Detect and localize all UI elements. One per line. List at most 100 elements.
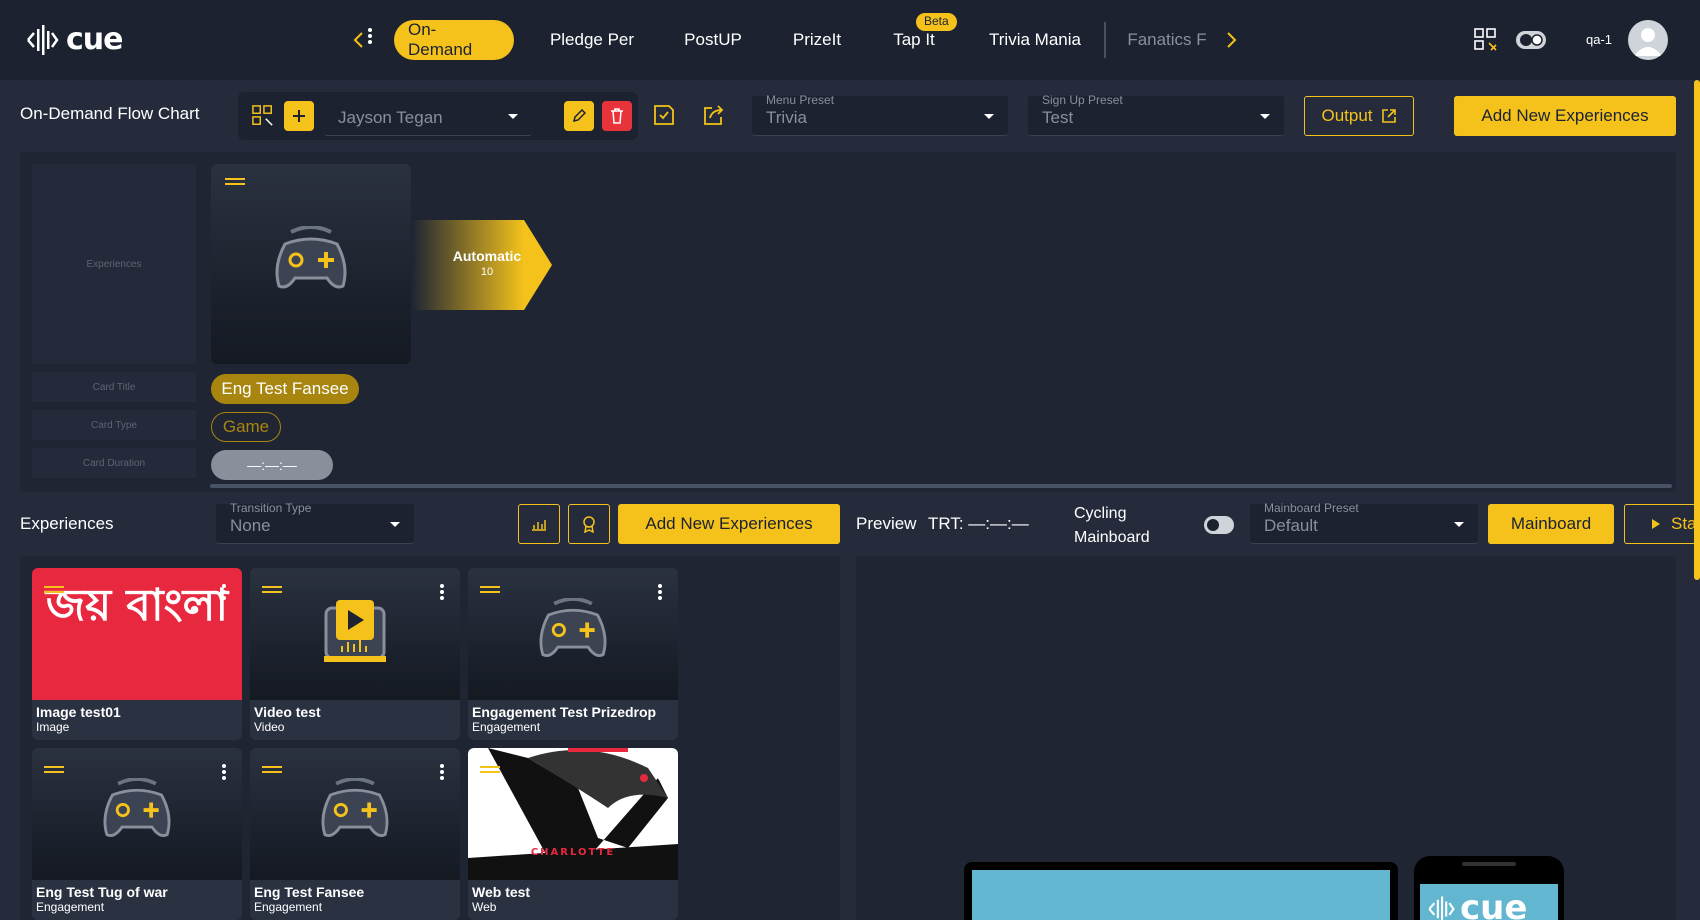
experience-card[interactable]: Engagement Test Prizedrop Engagement xyxy=(468,568,678,740)
cycling-mainboard-label: Cycling Mainboard xyxy=(1074,505,1150,546)
share-icon[interactable] xyxy=(700,100,728,130)
award-button[interactable] xyxy=(568,504,610,544)
phone-speaker xyxy=(1462,862,1516,866)
analytics-button[interactable] xyxy=(518,504,560,544)
flow-select-value: Jayson Tegan xyxy=(338,108,443,127)
user-name: qa-1 xyxy=(1586,32,1613,47)
bar-chart-icon xyxy=(532,520,546,531)
cue-logo[interactable]: cue xyxy=(24,22,123,57)
tab-postup[interactable]: PostUP xyxy=(676,20,750,60)
more-options-icon[interactable] xyxy=(440,764,444,780)
chevron-down-icon xyxy=(508,114,518,119)
add-new-experiences-button-2[interactable]: Add New Experiences xyxy=(618,504,840,544)
signup-preset-label: Sign Up Preset xyxy=(1042,93,1123,107)
qr-flow-icon[interactable] xyxy=(248,101,278,131)
chevron-down-icon xyxy=(1454,522,1464,527)
trt-label: TRT: —:—:— xyxy=(928,514,1029,533)
legend-card-type: Card Type xyxy=(32,410,196,440)
delete-flow-button[interactable] xyxy=(602,101,632,131)
pencil-icon xyxy=(572,109,586,123)
card-type: Web xyxy=(472,900,497,914)
drag-handle-icon[interactable] xyxy=(262,586,282,594)
experience-card[interactable]: Eng Test Tug of war Engagement xyxy=(32,748,242,920)
theme-toggle-icon[interactable] xyxy=(1516,30,1546,55)
card-duration-pill[interactable]: —:—:— xyxy=(211,450,333,480)
logo-text: cue xyxy=(66,22,123,57)
drag-handle-icon[interactable] xyxy=(262,766,282,774)
flow-select[interactable]: Jayson Tegan xyxy=(324,96,532,136)
flow-card[interactable] xyxy=(211,28,411,364)
card-title: Web test xyxy=(472,884,531,900)
top-navigation-bar: cue On-Demand Pledge Per PostUP PrizeIt … xyxy=(0,0,1700,80)
video-icon xyxy=(324,600,386,662)
nav-next-arrow-icon[interactable] xyxy=(1220,26,1244,54)
edit-flow-button[interactable] xyxy=(564,101,594,131)
drag-handle-icon[interactable] xyxy=(44,586,64,594)
preview-phone-frame: cue xyxy=(1414,856,1564,920)
card-type: Engagement xyxy=(472,720,541,734)
transition-value: 10 xyxy=(480,266,494,278)
more-options-icon[interactable] xyxy=(368,28,372,44)
mainboard-button[interactable]: Mainboard xyxy=(1488,504,1614,544)
tab-on-demand[interactable]: On-Demand xyxy=(394,20,514,60)
experience-card[interactable]: Video test Video xyxy=(250,568,460,740)
phone-logo-text: cue xyxy=(1460,888,1528,920)
add-new-experiences-button[interactable]: Add New Experiences xyxy=(1454,96,1676,136)
nav-prev-arrow-icon[interactable] xyxy=(346,26,370,54)
experience-card[interactable]: CHARLOTTE Web test Web xyxy=(468,748,678,920)
card-type-pill[interactable]: Game xyxy=(211,412,281,442)
more-options-icon[interactable] xyxy=(222,764,226,780)
more-options-icon[interactable] xyxy=(658,764,662,780)
mainboard-preset-select[interactable]: Mainboard Preset Default xyxy=(1250,501,1478,544)
cycling-mainboard-toggle[interactable] xyxy=(1204,516,1234,534)
tab-prizeit[interactable]: PrizeIt xyxy=(786,20,848,60)
menu-preset-value: Trivia xyxy=(766,108,807,127)
drag-handle-icon[interactable] xyxy=(225,178,245,186)
card-title: Eng Test Fansee xyxy=(254,884,365,900)
more-options-icon[interactable] xyxy=(658,584,662,600)
card-title: Image test01 xyxy=(36,704,121,720)
page-vertical-scrollbar[interactable] xyxy=(1694,80,1700,580)
experience-card[interactable]: জয় বাংলা Image test01 Image xyxy=(32,568,242,740)
more-options-icon[interactable] xyxy=(222,584,226,600)
menu-preset-select[interactable]: Menu Preset Trivia xyxy=(752,93,1008,136)
tab-fanatics[interactable]: Fanatics F xyxy=(1124,20,1210,60)
qr-code-icon[interactable] xyxy=(1474,28,1498,57)
card-type: Video xyxy=(254,720,285,734)
page-title: On-Demand Flow Chart xyxy=(20,104,200,123)
tab-trivia-mania[interactable]: Trivia Mania xyxy=(984,20,1086,60)
flow-horizontal-scrollbar[interactable] xyxy=(210,484,1672,488)
play-icon xyxy=(1652,519,1660,529)
transition-arrow[interactable]: Automatic 10 xyxy=(412,220,552,310)
transition-type-select[interactable]: Transition Type None xyxy=(216,501,414,544)
output-button[interactable]: Output xyxy=(1304,96,1414,136)
drag-handle-icon[interactable] xyxy=(44,766,64,774)
save-icon[interactable] xyxy=(650,100,678,130)
experiences-panel: জয় বাংলা Image test01 Image Video test … xyxy=(20,556,840,920)
flow-chart-panel: Experiences Card Title Card Type Card Du… xyxy=(20,28,1676,492)
trash-icon xyxy=(611,108,623,124)
gamepad-icon xyxy=(321,778,389,837)
drag-handle-icon[interactable] xyxy=(480,586,500,594)
start-button[interactable]: Sta xyxy=(1624,504,1700,544)
beta-badge: Beta xyxy=(916,13,957,31)
add-flow-button[interactable] xyxy=(284,101,314,131)
chevron-down-icon xyxy=(1260,114,1270,119)
preview-phone-screen: cue xyxy=(1420,884,1558,920)
card-title-pill[interactable]: Eng Test Fansee xyxy=(211,374,359,404)
signup-preset-value: Test xyxy=(1042,108,1074,127)
experience-card[interactable]: Eng Test Fansee Engagement xyxy=(250,748,460,920)
nav-divider xyxy=(1104,22,1106,58)
award-icon xyxy=(583,516,595,533)
signup-preset-select[interactable]: Sign Up Preset Test xyxy=(1028,93,1284,136)
chevron-down-icon xyxy=(390,522,400,527)
preview-tv-frame xyxy=(964,862,1398,920)
user-avatar-icon[interactable] xyxy=(1628,20,1668,60)
output-label: Output xyxy=(1321,106,1373,125)
cue-wave-icon xyxy=(1428,896,1455,920)
tab-pledge-per[interactable]: Pledge Per xyxy=(540,20,644,60)
more-options-icon[interactable] xyxy=(440,584,444,600)
experiences-title: Experiences xyxy=(20,514,114,533)
card-type: Engagement xyxy=(254,900,323,914)
drag-handle-icon[interactable] xyxy=(480,766,500,774)
